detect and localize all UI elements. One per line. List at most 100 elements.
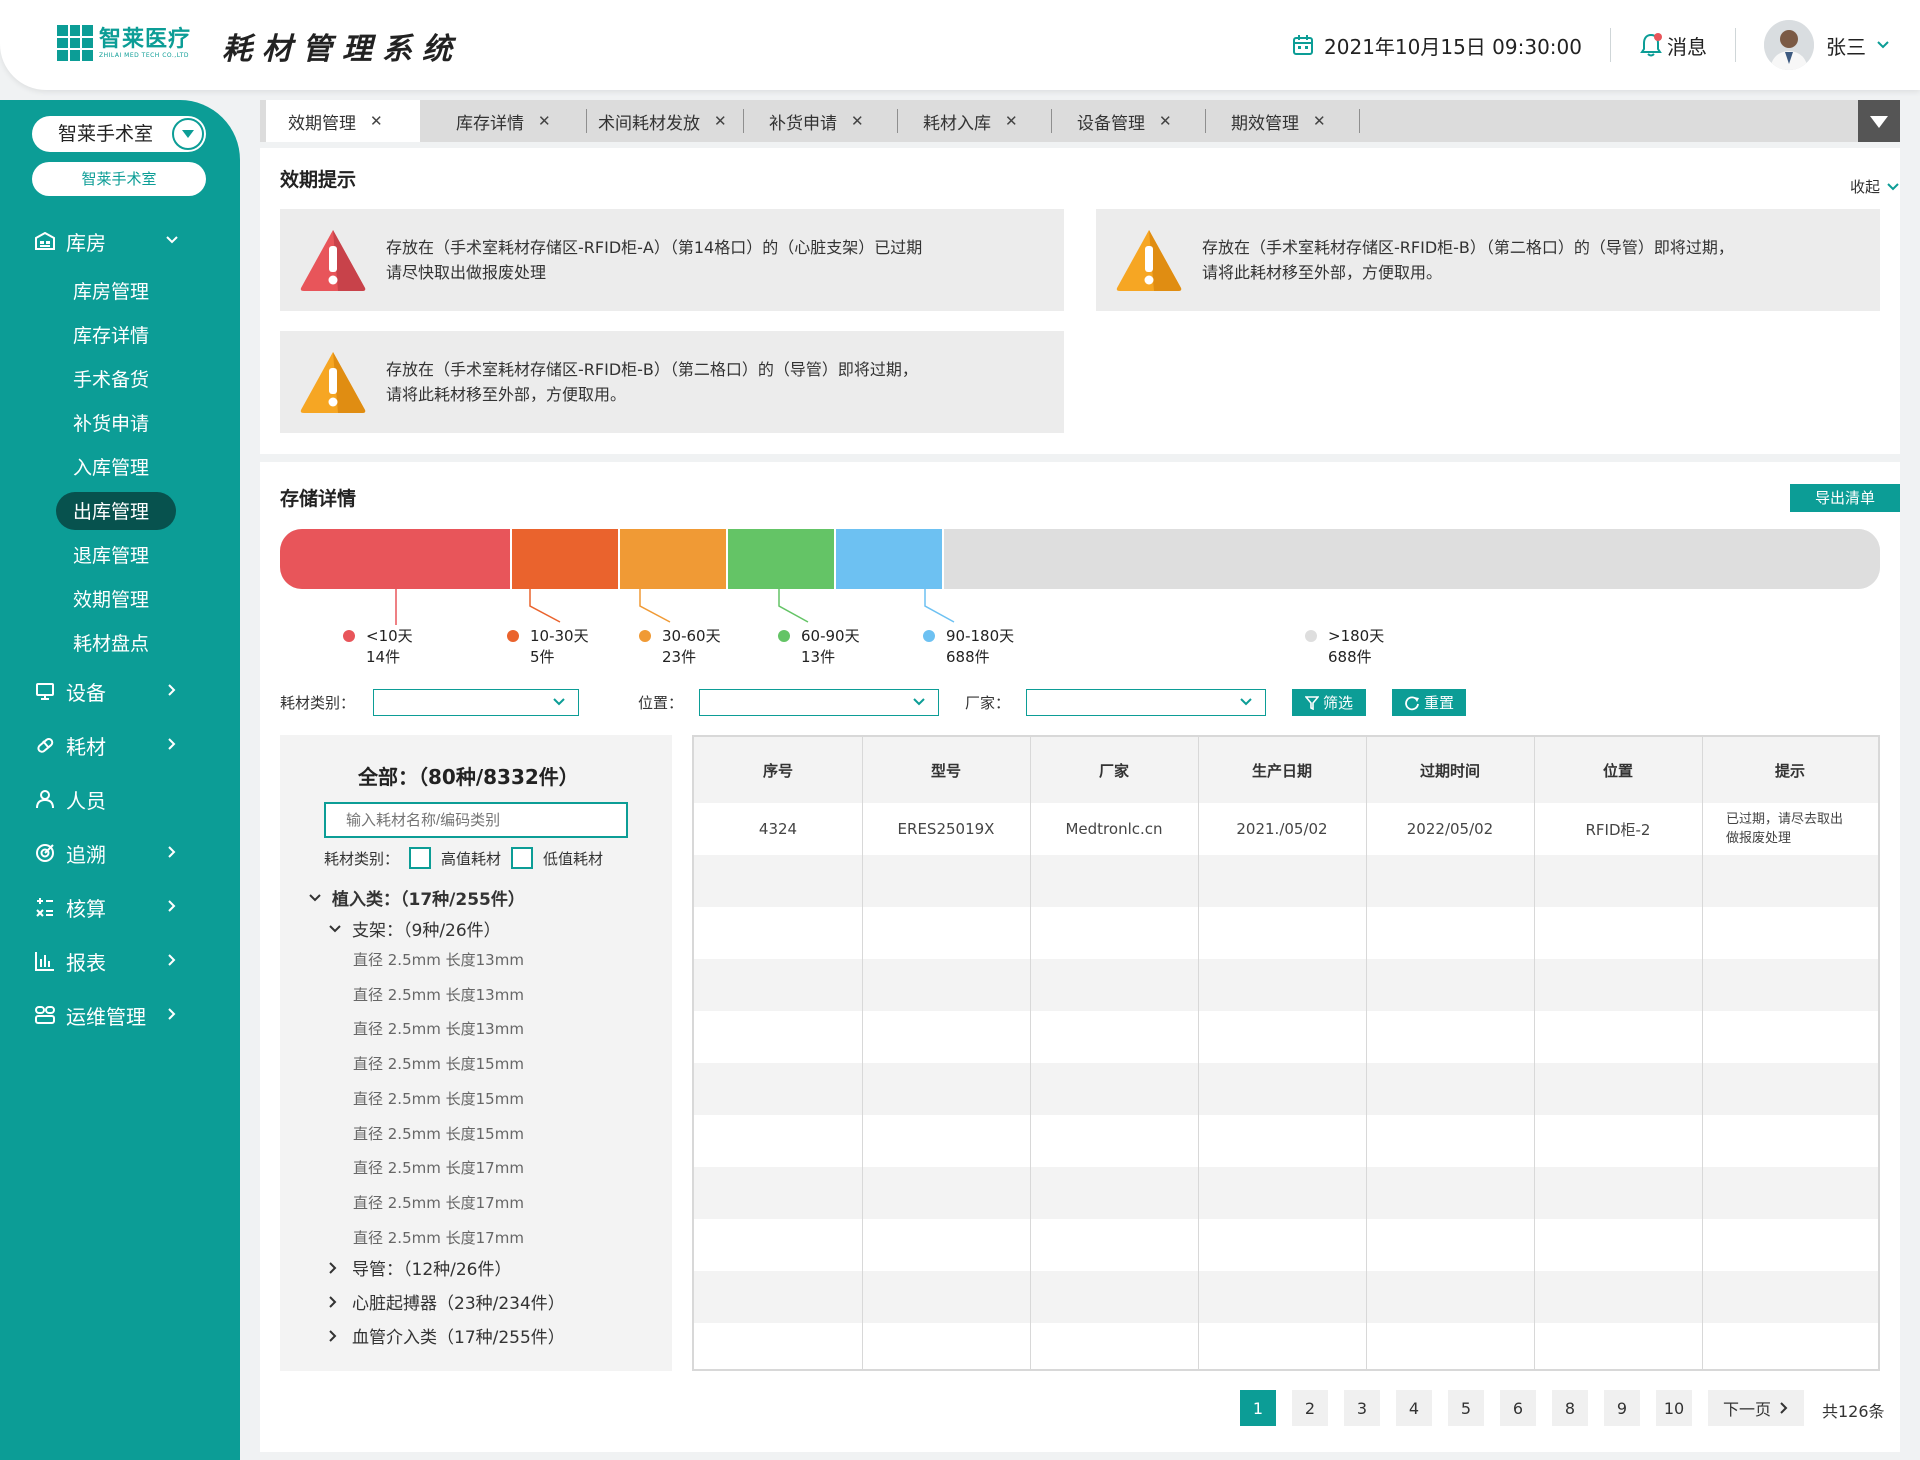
cell-tip: 已过期，请尽去取出 做报废处理 — [1726, 812, 1844, 846]
tree-leaf[interactable]: 直径 2.5mm 长度13mm — [353, 984, 524, 1005]
tab-stock-detail[interactable]: 库存详情 ✕ — [456, 100, 551, 142]
room-select[interactable]: 智莱手术室 — [32, 116, 206, 152]
pill-icon — [34, 734, 56, 756]
expiry-distribution-bar — [280, 529, 1880, 589]
tree-search-input[interactable] — [324, 802, 628, 838]
close-icon[interactable]: ✕ — [1005, 112, 1018, 130]
sidebar-item-expiry[interactable]: 效期管理 — [0, 576, 240, 620]
tree-node-pacemaker[interactable]: 心脏起搏器（23种/234件） — [328, 1289, 565, 1314]
close-icon[interactable]: ✕ — [370, 112, 383, 130]
chevron-right-icon — [168, 684, 176, 696]
table-row — [694, 855, 1878, 907]
sidebar-item-inbound[interactable]: 入库管理 — [0, 444, 240, 488]
person-icon — [34, 788, 56, 810]
reset-button[interactable]: 重置 — [1392, 689, 1466, 716]
high-value-checkbox[interactable] — [409, 847, 432, 869]
page-button[interactable]: 10 — [1656, 1390, 1692, 1426]
close-icon[interactable]: ✕ — [714, 112, 727, 130]
tree-leaf[interactable]: 直径 2.5mm 长度17mm — [353, 1227, 524, 1248]
high-value-label: 高值耗材 — [441, 849, 502, 868]
tree-leaf[interactable]: 直径 2.5mm 长度15mm — [353, 1123, 524, 1144]
column-header: 位置 — [1602, 761, 1633, 780]
refresh-icon — [1405, 695, 1419, 710]
cell-no: 4324 — [758, 820, 798, 838]
sidebar-group-trace[interactable]: 追溯 — [0, 826, 240, 880]
cell-vendor: Medtronlc.cn — [1065, 820, 1163, 838]
close-icon[interactable]: ✕ — [851, 112, 864, 130]
tree-leaf[interactable]: 直径 2.5mm 长度17mm — [353, 1157, 524, 1178]
user-menu[interactable]: 张三 — [1764, 20, 1890, 70]
location-select[interactable] — [699, 689, 939, 716]
sidebar-item-surgery-prep[interactable]: 手术备货 — [0, 356, 240, 400]
page-button-1[interactable]: 1 — [1240, 1390, 1276, 1426]
tab-inbound[interactable]: 耗材入库 ✕ — [923, 100, 1018, 142]
next-page-button[interactable]: 下一页 — [1708, 1390, 1804, 1426]
vendor-select[interactable] — [1026, 689, 1266, 716]
legend-item-60-90: 60-90天 13件 — [778, 626, 860, 668]
sidebar-item-outbound[interactable]: 出库管理 — [0, 488, 240, 532]
tree-leaf[interactable]: 直径 2.5mm 长度15mm — [353, 1088, 524, 1109]
collapse-button[interactable]: 收起 — [1850, 176, 1900, 197]
close-icon[interactable]: ✕ — [538, 112, 551, 130]
tab-validity-mgmt[interactable]: 期效管理 ✕ — [1231, 100, 1326, 142]
sidebar-item-warehouse-mgmt[interactable]: 库房管理 — [0, 268, 240, 312]
tab-menu-button[interactable] — [1858, 100, 1900, 142]
tree-node-catheter[interactable]: 导管：（12种/26件） — [328, 1255, 512, 1280]
next-page-label: 下一页 — [1722, 1400, 1771, 1419]
page-button[interactable]: 6 — [1500, 1390, 1536, 1426]
sidebar-group-accounting[interactable]: 核算 — [0, 880, 240, 934]
sidebar-item-return[interactable]: 退库管理 — [0, 532, 240, 576]
consumables-table: 序号 型号 厂家 生产日期 过期时间 位置 提示 4324 ERES25019X… — [692, 735, 1880, 1371]
sidebar-group-personnel[interactable]: 人员 — [0, 772, 240, 826]
sidebar-item-inventory-count[interactable]: 耗材盘点 — [0, 620, 240, 664]
sidebar-group-consumables[interactable]: 耗材 — [0, 718, 240, 772]
tree-node-stent[interactable]: 支架：（9种/26件） — [328, 916, 501, 941]
sidebar-group-ops[interactable]: 运维管理 — [0, 988, 240, 1042]
sidebar-group-equipment[interactable]: 设备 — [0, 664, 240, 718]
alert-warning: 存放在（手术室耗材存储区-RFID柜-B）（第二格口）的（导管）即将过期， 请将此… — [280, 331, 1064, 433]
chevron-right-icon — [329, 1295, 337, 1308]
room-badge[interactable]: 智莱手术室 — [32, 162, 206, 196]
column-header: 型号 — [930, 761, 961, 780]
messages-button[interactable]: 消息 — [1639, 31, 1707, 60]
sidebar-group-reports[interactable]: 报表 — [0, 934, 240, 988]
export-list-button[interactable]: 导出清单 — [1790, 484, 1900, 512]
messages-label: 消息 — [1667, 34, 1707, 59]
sidebar-item-stock-detail[interactable]: 库存详情 — [0, 312, 240, 356]
page-button[interactable]: 4 — [1396, 1390, 1432, 1426]
bar-segment-lt10 — [280, 529, 510, 589]
vendor-filter-label: 厂家： — [965, 694, 1011, 712]
page-button[interactable]: 5 — [1448, 1390, 1484, 1426]
low-value-checkbox[interactable] — [511, 847, 534, 869]
tree-leaf[interactable]: 直径 2.5mm 长度15mm — [353, 1053, 524, 1074]
tree-leaf[interactable]: 直径 2.5mm 长度13mm — [353, 949, 524, 970]
close-icon[interactable]: ✕ — [1159, 112, 1172, 130]
tree-leaf[interactable]: 直径 2.5mm 长度17mm — [353, 1192, 524, 1213]
close-icon[interactable]: ✕ — [1313, 112, 1326, 130]
sidebar-group-warehouse[interactable]: 库房 — [0, 214, 240, 268]
tree-node-implant[interactable]: 植入类：（17种/255件） — [308, 885, 525, 910]
table-row[interactable]: 4324 ERES25019X Medtronlc.cn 2021./05/02… — [694, 803, 1878, 855]
category-select[interactable] — [373, 689, 579, 716]
page-button[interactable]: 3 — [1344, 1390, 1380, 1426]
filter-button[interactable]: 筛选 — [1292, 689, 1366, 716]
sidebar-item-replenish[interactable]: 补货申请 — [0, 400, 240, 444]
tree-node-vascular[interactable]: 血管介入类（17种/255件） — [328, 1323, 565, 1348]
sidebar-group-label: 耗材 — [66, 734, 106, 759]
tree-leaf[interactable]: 直径 2.5mm 长度13mm — [353, 1018, 524, 1039]
page-button[interactable]: 8 — [1552, 1390, 1588, 1426]
warning-orange-icon — [1116, 230, 1182, 291]
tab-equipment-mgmt[interactable]: 设备管理 ✕ — [1077, 100, 1172, 142]
page-button[interactable]: 2 — [1292, 1390, 1328, 1426]
tab-replenish[interactable]: 补货申请 ✕ — [769, 100, 864, 142]
page-button[interactable]: 9 — [1604, 1390, 1640, 1426]
low-value-label: 低值耗材 — [543, 849, 604, 868]
tab-consumable-dispense[interactable]: 术间耗材发放 ✕ — [598, 100, 727, 142]
tab-expiry-mgmt[interactable]: 效期管理 ✕ — [266, 100, 420, 142]
avatar — [1764, 20, 1814, 70]
table-row — [694, 1271, 1878, 1323]
chevron-down-icon — [553, 698, 565, 706]
alert-warning: 存放在（手术室耗材存储区-RFID柜-B）（第二格口）的（导管）即将过期， 请将此… — [1096, 209, 1880, 311]
location-filter-label: 位置： — [638, 694, 684, 712]
top-header: 智莱医疗 ZHILAI MED TECH CO.,LTD 耗材管理系统 2021… — [0, 0, 1920, 90]
